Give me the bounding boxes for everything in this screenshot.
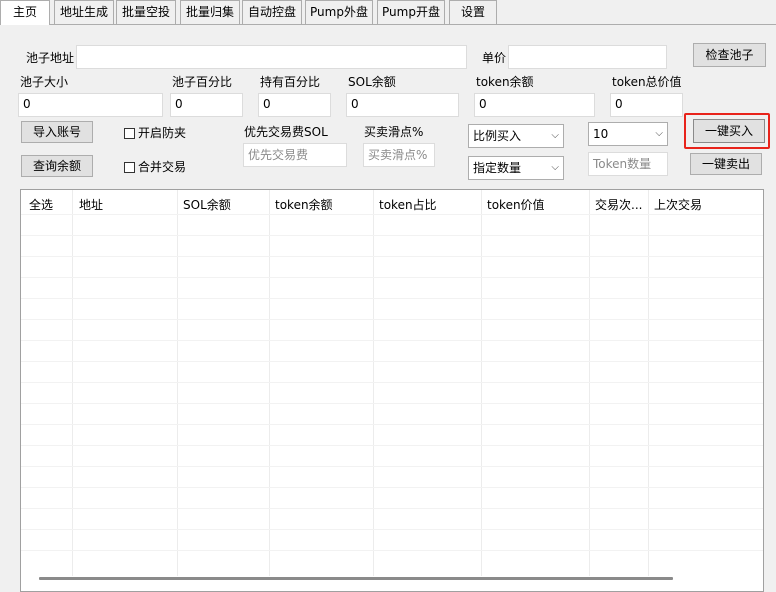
tab-pump-external[interactable]: Pump外盘	[305, 0, 373, 24]
import-accounts-button[interactable]: 导入账号	[21, 121, 93, 143]
row-divider	[21, 403, 763, 404]
row-divider	[21, 298, 763, 299]
tab-divider	[0, 24, 776, 25]
select-all-header[interactable]: 全选	[29, 196, 53, 213]
chevron-down-icon: ⌵	[551, 130, 559, 141]
ratio-value: 10	[593, 127, 609, 141]
row-divider	[21, 487, 763, 488]
column-divider	[648, 190, 649, 576]
column-header[interactable]: 上次交易	[654, 196, 702, 213]
one-click-buy-button[interactable]: 一键买入	[693, 119, 765, 143]
column-header[interactable]: token占比	[379, 196, 437, 213]
accounts-table[interactable]: 全选 地址 SOL余额 token余额 token占比 token价值 交易次.…	[20, 189, 764, 592]
row-divider	[21, 277, 763, 278]
anti-sandwich-checkbox[interactable]: 开启防夹	[124, 126, 186, 140]
amount-mode-value: 指定数量	[473, 161, 522, 175]
tab-batch-collect[interactable]: 批量归集	[180, 0, 240, 24]
tab-home[interactable]: 主页	[0, 0, 50, 25]
column-divider	[269, 190, 270, 576]
slippage-label: 买卖滑点%	[364, 125, 424, 139]
horizontal-scrollbar[interactable]	[39, 577, 673, 580]
token-amount-input[interactable]: Token数量	[588, 152, 668, 176]
row-divider	[21, 340, 763, 341]
row-divider	[21, 256, 763, 257]
priority-fee-label: 优先交易费SOL	[244, 125, 328, 139]
column-divider	[589, 190, 590, 576]
buy-mode-value: 比例买入	[473, 129, 522, 143]
sol-balance-field[interactable]: 0	[346, 93, 459, 117]
pool-percent-label: 池子百分比	[172, 75, 233, 89]
row-divider	[21, 214, 763, 215]
check-pool-button[interactable]: 检查池子	[693, 43, 766, 67]
ratio-select[interactable]: 10 ⌵	[588, 122, 668, 146]
merge-trade-label: 合并交易	[138, 160, 187, 174]
tab-address-gen[interactable]: 地址生成	[54, 0, 114, 24]
token-balance-label: token余额	[476, 75, 534, 89]
row-divider	[21, 445, 763, 446]
row-divider	[21, 361, 763, 362]
checkbox-box	[124, 162, 135, 173]
slippage-input[interactable]: 买卖滑点%	[363, 143, 435, 167]
column-header[interactable]: 地址	[79, 196, 103, 213]
row-divider	[21, 424, 763, 425]
buy-mode-select[interactable]: 比例买入 ⌵	[468, 124, 564, 148]
row-divider	[21, 529, 763, 530]
query-balance-button[interactable]: 查询余额	[21, 155, 93, 177]
sol-balance-label: SOL余额	[348, 75, 396, 89]
anti-sandwich-label: 开启防夹	[138, 126, 187, 140]
row-divider	[21, 508, 763, 509]
checkbox-box	[124, 128, 135, 139]
tab-auto-control[interactable]: 自动控盘	[242, 0, 302, 24]
hold-percent-label: 持有百分比	[260, 75, 321, 89]
row-divider	[21, 319, 763, 320]
hold-percent-field[interactable]: 0	[258, 93, 331, 117]
unit-price-input[interactable]	[508, 45, 667, 69]
column-header[interactable]: 交易次...	[595, 196, 642, 213]
pool-size-label: 池子大小	[20, 75, 69, 89]
pool-size-field[interactable]: 0	[18, 93, 163, 117]
column-divider	[481, 190, 482, 576]
tab-settings[interactable]: 设置	[449, 0, 497, 24]
pool-address-label: 池子地址	[26, 51, 75, 65]
column-header[interactable]: token余额	[275, 196, 333, 213]
column-header[interactable]: SOL余额	[183, 196, 231, 213]
pool-percent-field[interactable]: 0	[170, 93, 243, 117]
row-divider	[21, 235, 763, 236]
priority-fee-input[interactable]: 优先交易费	[243, 143, 347, 167]
row-divider	[21, 550, 763, 551]
unit-price-label: 单价	[482, 51, 507, 65]
token-total-value-field[interactable]: 0	[610, 93, 683, 117]
token-balance-field[interactable]: 0	[474, 93, 595, 117]
column-divider	[72, 190, 73, 576]
tab-pump-launch[interactable]: Pump开盘	[377, 0, 445, 24]
column-header[interactable]: token价值	[487, 196, 545, 213]
pool-address-input[interactable]	[76, 45, 467, 69]
row-divider	[21, 466, 763, 467]
chevron-down-icon: ⌵	[551, 162, 559, 173]
merge-trade-checkbox[interactable]: 合并交易	[124, 160, 186, 174]
row-divider	[21, 382, 763, 383]
chevron-down-icon: ⌵	[655, 128, 663, 139]
one-click-sell-button[interactable]: 一键卖出	[690, 153, 762, 175]
column-divider	[177, 190, 178, 576]
token-total-value-label: token总价值	[612, 75, 682, 89]
amount-mode-select[interactable]: 指定数量 ⌵	[468, 156, 564, 180]
column-divider	[373, 190, 374, 576]
tab-batch-airdrop[interactable]: 批量空投	[116, 0, 176, 24]
